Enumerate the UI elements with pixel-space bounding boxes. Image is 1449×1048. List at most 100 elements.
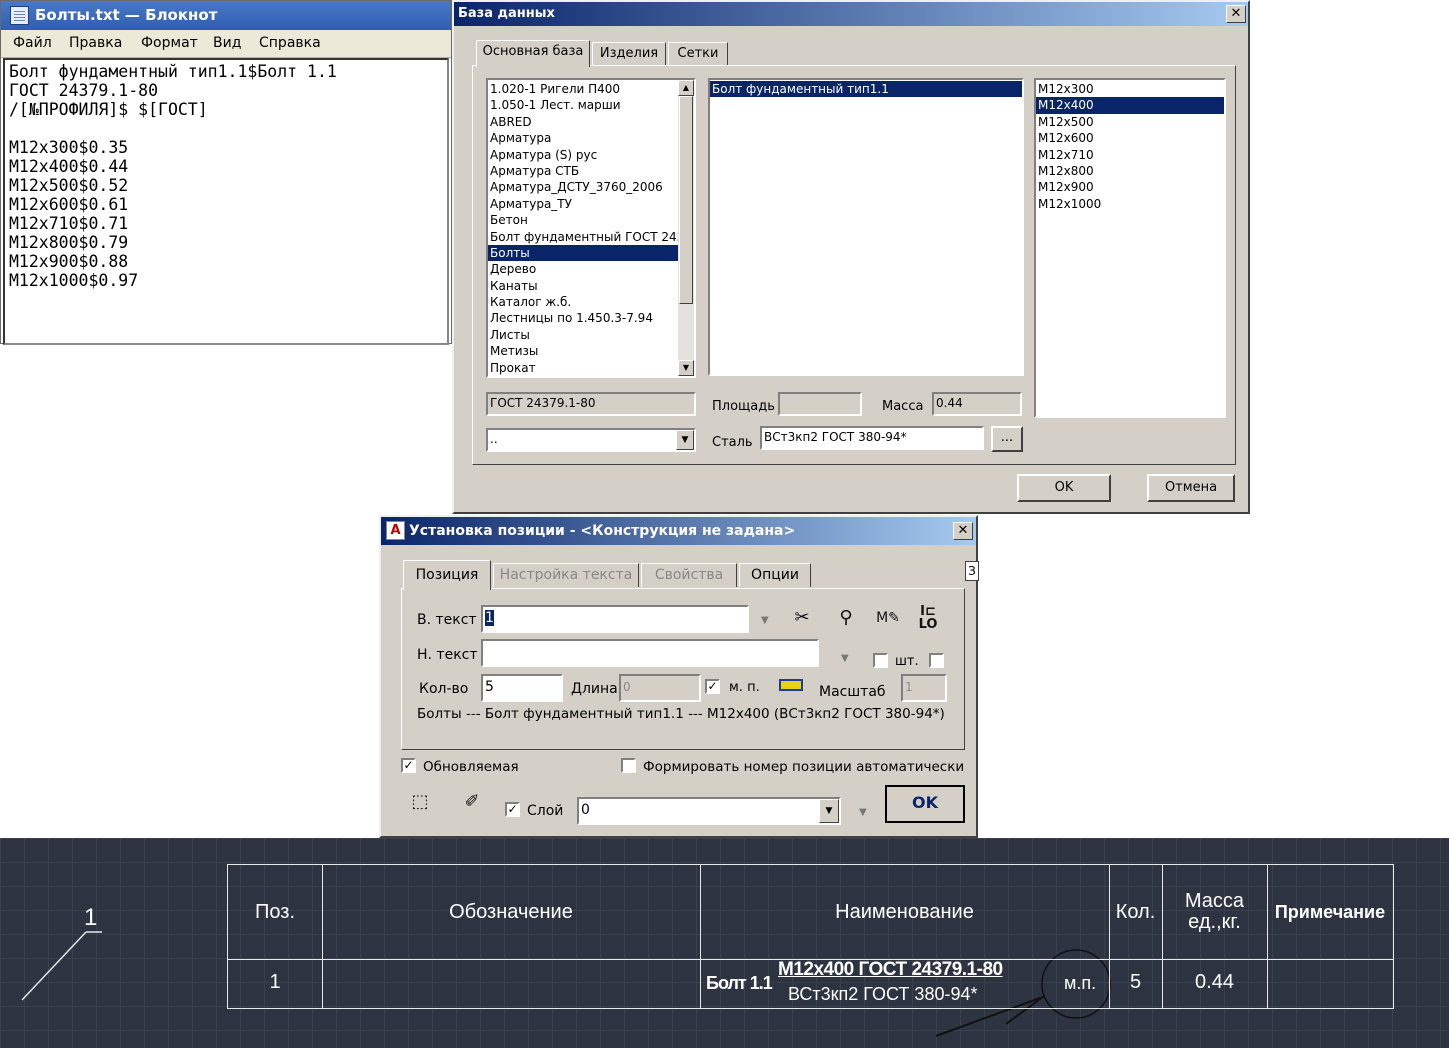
tab-options[interactable]: Опции	[739, 563, 811, 587]
mark-edit-icon[interactable]: M✎	[875, 605, 901, 631]
updatable-checkbox[interactable]: ✓	[401, 758, 416, 773]
browse-steel-button[interactable]: ...	[991, 426, 1023, 452]
category-item[interactable]: Бетон	[488, 212, 678, 228]
notepad-titlebar[interactable]: Болты.txt — Блокнот	[1, 1, 451, 30]
upper-text-value: 1	[485, 610, 494, 626]
header-mass: Масса ед.,кг.	[1162, 891, 1267, 933]
database-titlebar[interactable]: База данных	[454, 2, 1248, 26]
lower-dropdown-icon[interactable]: ▼	[841, 653, 849, 664]
menu-edit[interactable]: Правка	[69, 35, 122, 51]
category-item[interactable]: Арматура СТБ	[488, 163, 678, 179]
text-layout-icon[interactable]: I⊏ LO	[915, 605, 941, 631]
category-item[interactable]: Арматура_ДСТУ_3760_2006	[488, 179, 678, 195]
chevron-down-icon[interactable]: ▼	[819, 799, 839, 823]
steel-field[interactable]: ВСт3кп2 ГОСТ 380-94*	[760, 426, 984, 450]
scroll-down-icon[interactable]: ▼	[678, 360, 694, 376]
length-field: 0	[619, 674, 701, 702]
size-item[interactable]: M12x1000	[1036, 196, 1224, 212]
ok-button[interactable]: OK	[1017, 474, 1111, 502]
tab-position[interactable]: Позиция	[403, 560, 491, 590]
menu-view[interactable]: Вид	[213, 35, 241, 51]
layer-value: 0	[581, 802, 590, 818]
scroll-up-icon[interactable]: ▲	[678, 80, 694, 96]
size-item[interactable]: M12x300	[1036, 81, 1224, 97]
qty-field[interactable]: 5	[481, 674, 563, 702]
upper-dropdown-icon[interactable]: ▼	[761, 615, 769, 626]
tab-properties[interactable]: Свойства	[641, 563, 737, 587]
size-item[interactable]: M12x500	[1036, 114, 1224, 130]
header-qty: Кол.	[1115, 901, 1156, 923]
size-item[interactable]: M12x800	[1036, 163, 1224, 179]
position-dialog: A Установка позиции - <Конструкция не за…	[379, 515, 979, 838]
row-name-bottom: ВСт3кп2 ГОСТ 380-94*	[788, 984, 978, 1004]
category-item[interactable]: Болт фундаментный ГОСТ 2437	[488, 229, 692, 245]
mass-field: 0.44	[932, 392, 1022, 416]
header-name: Наименование	[835, 901, 974, 923]
cut-icon[interactable]: ✂	[789, 605, 815, 631]
tab-main-base[interactable]: Основная база	[476, 40, 590, 67]
product-item[interactable]: Болт фундаментный тип1.1	[710, 81, 1022, 98]
pick-icon[interactable]: ✐	[459, 789, 485, 815]
category-item[interactable]: 1.020-1 Ригели П400	[488, 81, 678, 97]
ok-button[interactable]: OK	[885, 785, 965, 823]
notepad-text-area[interactable]: Болт фундаментный тип1.1$Болт 1.1 ГОСТ 2…	[3, 58, 449, 345]
menu-help[interactable]: Справка	[259, 35, 321, 51]
pcs-checkbox[interactable]	[873, 653, 888, 668]
cancel-button[interactable]: Отмена	[1147, 474, 1235, 502]
row-qty: 5	[1129, 971, 1142, 993]
layer-combo[interactable]: 0 ▼	[577, 797, 841, 825]
menu-file[interactable]: Файл	[13, 35, 52, 51]
layer-extra-dropdown-icon[interactable]: ▼	[859, 807, 867, 818]
notepad-title: Болты.txt — Блокнот	[35, 6, 218, 24]
cad-drawing-area: 1 Поз. Обозначение Наименование Кол. Мас…	[0, 838, 1449, 1048]
select-object-icon[interactable]: ⬚	[407, 789, 433, 815]
size-item[interactable]: M12x900	[1036, 179, 1224, 195]
category-item[interactable]: Дерево	[488, 261, 678, 277]
filter-combo[interactable]: .. ▼	[486, 428, 696, 452]
category-item[interactable]: Лестницы по 1.450.3-7.94	[488, 310, 678, 326]
tab-meshes[interactable]: Сетки	[668, 42, 728, 66]
chevron-down-icon[interactable]: ▼	[676, 430, 694, 450]
row-mass: 0.44	[1195, 971, 1234, 993]
size-item[interactable]: M12x600	[1036, 130, 1224, 146]
tab-text-settings[interactable]: Настройка текста	[493, 563, 639, 587]
category-item[interactable]: Листы	[488, 327, 678, 343]
notepad-menubar: Файл Правка Формат Вид Справка	[1, 30, 451, 58]
position-titlebar[interactable]: A Установка позиции - <Конструкция не за…	[381, 517, 976, 545]
header-mass-line1: Масса	[1184, 890, 1245, 912]
category-item[interactable]: ABRED	[488, 114, 678, 130]
tab-products[interactable]: Изделия	[592, 42, 666, 66]
category-item[interactable]: Арматура	[488, 130, 678, 146]
layer-checkbox[interactable]: ✓	[505, 802, 520, 817]
size-item[interactable]: M12x710	[1036, 147, 1224, 163]
notepad-icon	[10, 6, 29, 25]
product-list[interactable]: Болт фундаментный тип1.1	[708, 78, 1024, 376]
category-item[interactable]: Каталог ж.б.	[488, 294, 678, 310]
category-item[interactable]: Канаты	[488, 278, 678, 294]
size-list[interactable]: M12x300 M12x400 M12x500 M12x600 M12x710 M12x8…	[1034, 78, 1226, 418]
category-item[interactable]: Болты	[488, 244, 678, 262]
mp-checkbox[interactable]: ✓	[705, 679, 720, 694]
category-item[interactable]: Метизы	[488, 343, 678, 359]
ruler-icon[interactable]	[779, 679, 803, 691]
side-button[interactable]: З	[965, 561, 979, 581]
notepad-window: Болты.txt — Блокнот Файл Правка Формат В…	[0, 0, 452, 345]
close-icon[interactable]: ✕	[953, 522, 973, 540]
pcs-extra-checkbox[interactable]	[929, 653, 944, 668]
menu-format[interactable]: Формат	[141, 35, 198, 51]
upper-text-field[interactable]: 1	[481, 605, 749, 633]
category-item[interactable]: 1.050-1 Лест. марши	[488, 97, 678, 113]
app-icon: A	[386, 521, 405, 540]
scale-field: 1	[901, 674, 947, 702]
auto-number-checkbox[interactable]	[621, 758, 636, 773]
category-item[interactable]: Арматура (S) рус	[488, 147, 678, 163]
search-person-icon[interactable]: ⚲	[833, 605, 859, 631]
size-item[interactable]: M12x400	[1036, 97, 1224, 114]
category-list[interactable]: 1.020-1 Ригели П400 1.050-1 Лест. марши AB…	[486, 78, 696, 378]
scroll-thumb[interactable]	[679, 96, 693, 304]
length-label: Длина	[571, 681, 618, 697]
close-icon[interactable]: ✕	[1226, 5, 1246, 23]
lower-text-field[interactable]	[481, 639, 819, 667]
category-item[interactable]: Арматура_ТУ	[488, 196, 678, 212]
category-item[interactable]: Прокат	[488, 360, 678, 376]
